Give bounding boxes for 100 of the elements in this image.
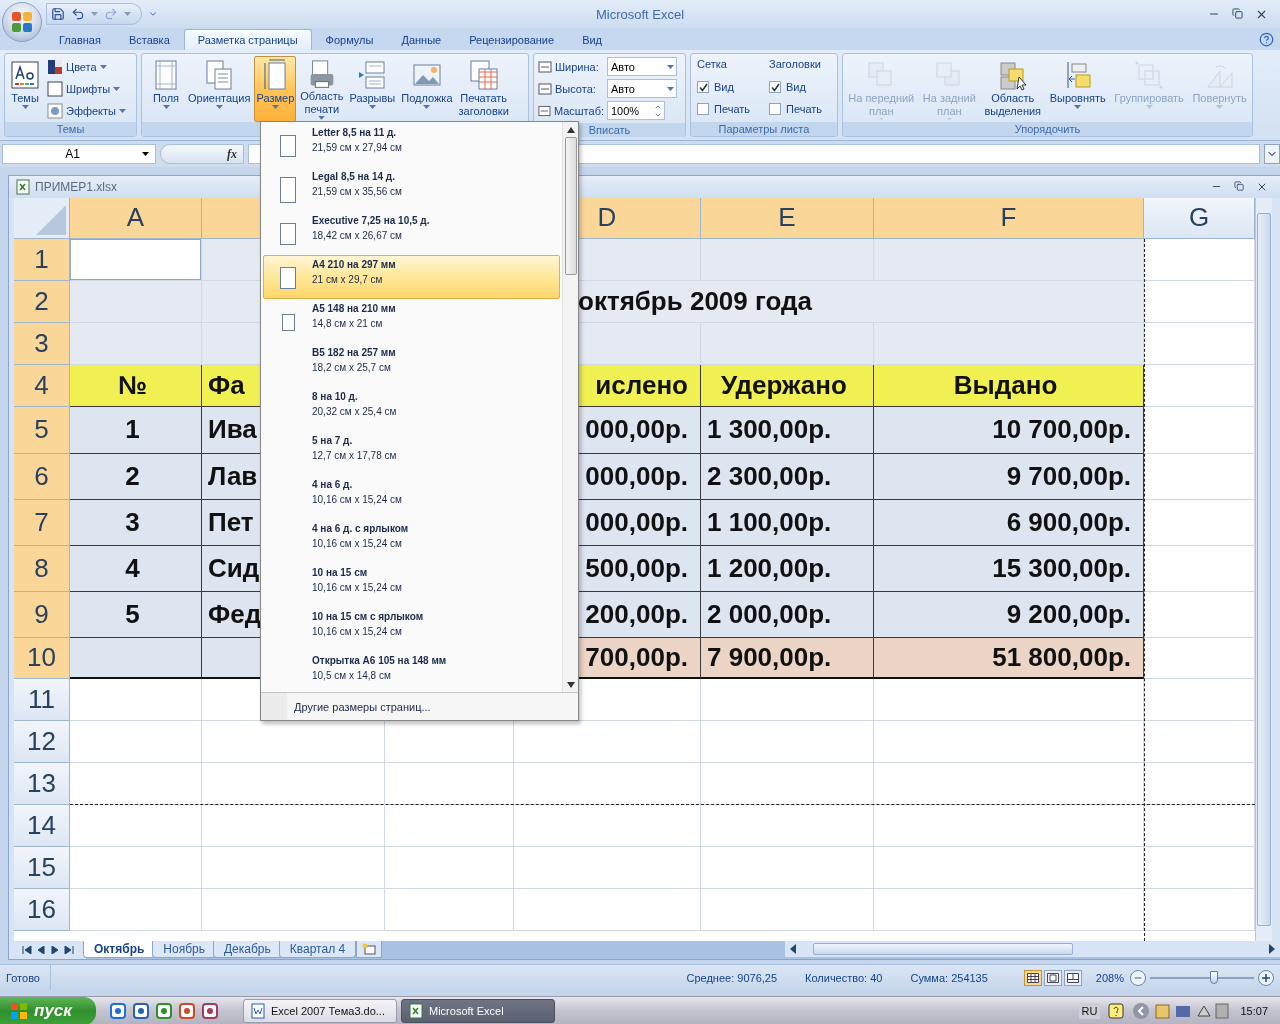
zoom-in-button[interactable] — [1258, 969, 1274, 986]
sheet-tab[interactable]: Декабрь — [213, 941, 282, 958]
row-header[interactable]: 9 — [14, 591, 70, 638]
scroll-right-icon[interactable] — [1268, 944, 1276, 954]
option-checkbox[interactable]: Печать — [769, 100, 831, 118]
ribbon-tab[interactable]: Вид — [568, 29, 617, 50]
fit-dropdown[interactable]: Авто — [607, 57, 677, 76]
column-header[interactable]: E — [701, 197, 874, 239]
column-header[interactable]: G — [1144, 197, 1255, 239]
page-setup-button[interactable]: Ориентация — [186, 56, 253, 122]
scroll-thumb[interactable] — [813, 943, 1073, 955]
row-header[interactable]: 2 — [14, 280, 70, 323]
row-header[interactable]: 13 — [14, 762, 70, 805]
checkbox[interactable] — [697, 103, 709, 115]
scroll-thumb[interactable] — [1257, 212, 1271, 926]
quick-launch-icon[interactable] — [155, 1001, 173, 1020]
menu-scrollbar[interactable] — [562, 122, 578, 692]
restore-button[interactable] — [1232, 7, 1243, 21]
table-cell[interactable]: № — [70, 364, 202, 407]
ribbon-tab[interactable]: Главная — [45, 29, 115, 50]
theme-option-button[interactable]: Шрифты — [45, 78, 128, 99]
column-header[interactable]: F — [874, 197, 1144, 239]
page-setup-button[interactable]: Подложка — [399, 56, 455, 122]
more-page-sizes-item[interactable]: Другие размеры страниц... — [261, 692, 578, 720]
row-header[interactable]: 3 — [14, 322, 70, 365]
ribbon-tab[interactable]: Формулы — [311, 29, 388, 50]
ribbon-tab[interactable]: Вставка — [114, 29, 184, 50]
taskbar-button[interactable]: Excel 2007 Тема3.do... — [243, 998, 397, 1023]
sheet-navigation-icon[interactable] — [14, 941, 86, 959]
insert-sheet-button[interactable] — [356, 941, 383, 958]
quick-launch-icon[interactable] — [132, 1001, 150, 1020]
scroll-down-icon[interactable] — [566, 682, 575, 688]
name-box[interactable]: A1 — [2, 144, 156, 164]
help-icon[interactable] — [1259, 32, 1274, 47]
sheet-tab[interactable]: Ноябрь — [152, 941, 216, 958]
row-header[interactable]: 1 — [14, 238, 70, 281]
redo-icon[interactable] — [104, 7, 118, 21]
themes-button[interactable]: Темы — [7, 56, 43, 122]
row-header[interactable]: 8 — [14, 545, 70, 592]
page-setup-button[interactable]: Поля — [148, 56, 184, 122]
checkbox[interactable] — [769, 103, 781, 115]
horizontal-scrollbar[interactable] — [785, 941, 1280, 957]
help-icon[interactable] — [1108, 1002, 1125, 1019]
zoom-out-button[interactable] — [1130, 969, 1146, 986]
taskbar-button[interactable]: Microsoft Excel — [401, 998, 555, 1023]
ribbon-tab[interactable]: Данные — [387, 29, 456, 50]
row-header[interactable]: 7 — [14, 499, 70, 546]
view-button[interactable] — [1063, 969, 1082, 986]
row-header[interactable]: 4 — [14, 364, 70, 407]
row-header[interactable]: 15 — [14, 846, 70, 889]
theme-option-button[interactable]: Эффекты — [45, 100, 128, 121]
table-cell[interactable]: 2 — [70, 453, 202, 500]
table-cell[interactable] — [70, 637, 202, 679]
arrange-button[interactable]: Область выделения — [982, 56, 1044, 122]
scale-spinner[interactable]: 100% — [607, 101, 665, 120]
save-icon[interactable] — [51, 7, 65, 21]
language-indicator[interactable]: RU — [1078, 1002, 1101, 1019]
table-cell[interactable]: 4 — [70, 545, 202, 592]
column-header[interactable]: A — [70, 197, 202, 239]
page-size-item[interactable]: A4 210 на 297 мм 21 см x 29,7 см — [263, 255, 560, 299]
option-checkbox[interactable]: Вид — [697, 78, 759, 96]
row-header[interactable]: 14 — [14, 804, 70, 847]
fit-dropdown[interactable]: Авто — [607, 79, 677, 98]
table-cell[interactable]: 5 — [70, 591, 202, 638]
row-header[interactable]: 10 — [14, 637, 70, 679]
row-header[interactable]: 6 — [14, 453, 70, 500]
view-button[interactable] — [1043, 969, 1062, 986]
row-header[interactable]: 16 — [14, 888, 70, 931]
restore-button[interactable] — [1234, 180, 1244, 193]
option-checkbox[interactable]: Вид — [769, 78, 831, 96]
ribbon-tab[interactable]: Рецензирование — [455, 29, 569, 50]
start-button[interactable]: пуск — [0, 996, 96, 1024]
option-checkbox[interactable]: Печать — [697, 100, 759, 118]
table-cell[interactable]: 3 — [70, 499, 202, 546]
customize-caret-icon[interactable] — [148, 9, 158, 19]
insert-function-button[interactable]: fx — [160, 144, 244, 164]
page-setup-button[interactable]: Разрывы — [347, 56, 398, 122]
theme-option-button[interactable]: Цвета — [45, 56, 128, 77]
row-header[interactable]: 11 — [14, 678, 70, 721]
arrange-button[interactable]: Выровнять — [1047, 56, 1108, 122]
page-setup-button[interactable]: Печатать заголовки — [456, 56, 511, 122]
quick-launch-icon[interactable] — [201, 1001, 219, 1020]
scroll-left-icon[interactable] — [789, 944, 797, 954]
undo-icon[interactable] — [71, 7, 85, 21]
row-header[interactable]: 5 — [14, 406, 70, 454]
ribbon-tab[interactable]: Разметка страницы — [183, 29, 312, 50]
table-cell[interactable]: 1 — [70, 406, 202, 454]
sheet-tab[interactable]: Квартал 4 — [278, 941, 357, 958]
page-setup-button[interactable]: Размер — [254, 56, 297, 122]
view-button[interactable] — [1023, 969, 1042, 986]
quick-launch-icon[interactable] — [109, 1001, 127, 1020]
quick-launch-icon[interactable] — [178, 1001, 196, 1020]
scroll-thumb[interactable] — [564, 137, 577, 275]
page-setup-button[interactable]: Область печати — [298, 56, 346, 122]
zoom-slider[interactable] — [1210, 970, 1219, 984]
expand-button[interactable] — [1264, 144, 1280, 164]
scroll-up-icon[interactable] — [566, 127, 575, 133]
checkbox[interactable] — [769, 81, 781, 93]
checkbox[interactable] — [697, 81, 709, 93]
row-header[interactable]: 12 — [14, 720, 70, 763]
